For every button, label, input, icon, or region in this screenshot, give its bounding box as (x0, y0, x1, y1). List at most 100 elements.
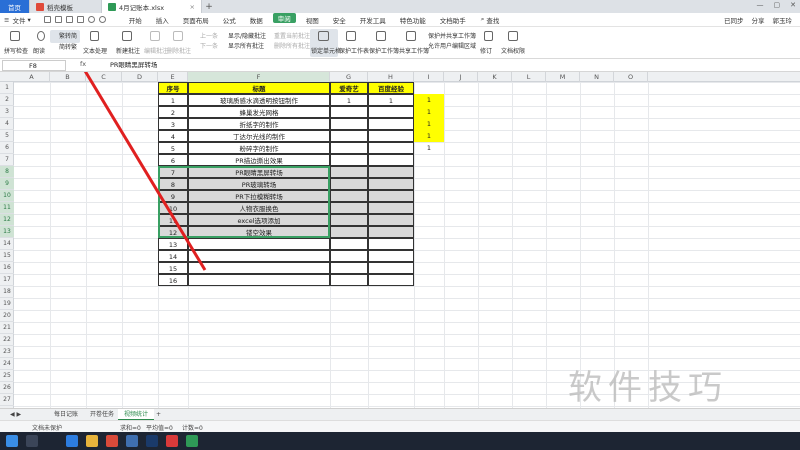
column-i-cell[interactable]: 1 (414, 94, 444, 106)
tab-home[interactable]: 首页 (0, 0, 30, 13)
close-window-icon[interactable]: ✕ (790, 1, 796, 9)
user-name[interactable]: 郭玉玲 (773, 15, 793, 25)
row-header-19[interactable]: 19 (0, 298, 14, 310)
baidu-cell[interactable] (368, 190, 414, 202)
new-comment-button[interactable]: 新建批注 (116, 46, 140, 55)
formula-input[interactable]: PR眼睛黑屏转场 (110, 60, 157, 71)
iqiyi-cell[interactable] (330, 274, 368, 286)
title-cell[interactable] (188, 274, 330, 286)
title-cell[interactable]: 粉碎字的制作 (188, 142, 330, 154)
table-header-cell[interactable]: 序号 (158, 82, 188, 94)
new-tab-icon[interactable]: + (202, 0, 216, 13)
row-header-13[interactable]: 13 (0, 226, 14, 238)
simp-to-trad-button[interactable]: 简转繁 (59, 42, 77, 51)
baidu-cell[interactable] (368, 166, 414, 178)
menu-developer[interactable]: 开发工具 (353, 13, 393, 27)
menu-doc-assistant[interactable]: 文档助手 (433, 13, 473, 27)
iqiyi-cell[interactable] (330, 154, 368, 166)
row-header-1[interactable]: 1 (0, 82, 14, 94)
column-i-cell[interactable]: 1 (414, 106, 444, 118)
row-header-4[interactable]: 4 (0, 118, 14, 130)
revise-button[interactable]: 修订 (480, 46, 492, 55)
title-cell[interactable] (188, 250, 330, 262)
title-cell[interactable]: PR描边撕出效果 (188, 154, 330, 166)
row-number-cell[interactable]: 16 (158, 274, 188, 286)
row-header-3[interactable]: 3 (0, 106, 14, 118)
iqiyi-cell[interactable] (330, 250, 368, 262)
row-header-20[interactable]: 20 (0, 310, 14, 322)
menu-features[interactable]: 特色功能 (393, 13, 433, 27)
iqiyi-cell[interactable] (330, 190, 368, 202)
column-header-n[interactable]: N (580, 72, 614, 82)
menu-data[interactable]: 数据 (243, 13, 270, 27)
iqiyi-cell[interactable] (330, 178, 368, 190)
row-number-cell[interactable]: 2 (158, 106, 188, 118)
sync-status[interactable]: 已同步 (724, 15, 744, 25)
column-header-e[interactable]: E (158, 72, 188, 82)
show-hide-comment-button[interactable]: 显示/隐藏批注 (228, 31, 266, 40)
taskbar-wps-icon[interactable] (166, 435, 178, 447)
row-number-cell[interactable]: 5 (158, 142, 188, 154)
row-header-16[interactable]: 16 (0, 262, 14, 274)
row-header-5[interactable]: 5 (0, 130, 14, 142)
column-header-d[interactable]: D (122, 72, 158, 82)
menu-page-layout[interactable]: 页面布局 (176, 13, 216, 27)
row-number-cell[interactable]: 13 (158, 238, 188, 250)
iqiyi-cell[interactable] (330, 202, 368, 214)
allow-edit-range-button[interactable]: 允许用户编辑区域 (428, 41, 476, 50)
close-tab-icon[interactable]: × (190, 3, 195, 11)
baidu-cell[interactable] (368, 274, 414, 286)
title-cell[interactable] (188, 238, 330, 250)
protect-share-button[interactable]: 保护并共享工作簿 (428, 31, 476, 40)
column-header-a[interactable]: A (14, 72, 50, 82)
baidu-cell[interactable] (368, 262, 414, 274)
baidu-cell[interactable] (368, 214, 414, 226)
fx-icon[interactable]: fx (80, 60, 86, 68)
table-header-cell[interactable]: 百度经验 (368, 82, 414, 94)
share-book-button[interactable]: 共享工作簿 (399, 46, 429, 55)
iqiyi-cell[interactable] (330, 238, 368, 250)
baidu-cell[interactable] (368, 202, 414, 214)
spreadsheet-grid[interactable]: ABCDEFGHIJKLMNO 1 2 3 4 5 6 7 8 9 10 11 12 13 14 15 16 1… (0, 72, 800, 408)
next-comment-button[interactable]: 下一条 (200, 41, 218, 50)
row-header-24[interactable]: 24 (0, 358, 14, 370)
taskbar-edge-icon[interactable] (66, 435, 78, 447)
baidu-cell[interactable] (368, 154, 414, 166)
row-header-25[interactable]: 25 (0, 370, 14, 382)
iqiyi-cell[interactable] (330, 118, 368, 130)
maximize-icon[interactable]: ▢ (774, 1, 781, 9)
row-header-10[interactable]: 10 (0, 190, 14, 202)
taskbar-chrome-icon[interactable] (106, 435, 118, 447)
row-header-21[interactable]: 21 (0, 322, 14, 334)
column-header-o[interactable]: O (614, 72, 648, 82)
row-header-26[interactable]: 26 (0, 382, 14, 394)
row-number-cell[interactable]: 6 (158, 154, 188, 166)
save-icon[interactable] (43, 16, 51, 23)
iqiyi-cell[interactable] (330, 142, 368, 154)
taskbar-search-icon[interactable] (26, 435, 38, 447)
row-header-9[interactable]: 9 (0, 178, 14, 190)
baidu-cell[interactable] (368, 130, 414, 142)
title-cell[interactable]: 蜂巢发光网格 (188, 106, 330, 118)
menu-security[interactable]: 安全 (326, 13, 353, 27)
row-header-23[interactable]: 23 (0, 346, 14, 358)
edit-comment-button[interactable]: 编辑批注 (144, 46, 168, 55)
baidu-cell[interactable] (368, 142, 414, 154)
column-i-cell[interactable]: 1 (414, 118, 444, 130)
menu-view[interactable]: 视图 (299, 13, 326, 27)
row-header-22[interactable]: 22 (0, 334, 14, 346)
row-number-cell[interactable]: 14 (158, 250, 188, 262)
baidu-cell[interactable] (368, 226, 414, 238)
column-i-cell[interactable]: 1 (414, 142, 444, 154)
column-header-k[interactable]: K (478, 72, 512, 82)
trad-to-simp-button[interactable]: 繁转简 (59, 31, 77, 40)
baidu-cell[interactable] (368, 250, 414, 262)
taskbar-explorer-icon[interactable] (86, 435, 98, 447)
read-aloud-button[interactable]: 朗读 (33, 46, 45, 55)
row-number-cell[interactable]: 1 (158, 94, 188, 106)
table-header-cell[interactable]: 标题 (188, 82, 330, 94)
taskbar-sheet-icon[interactable] (186, 435, 198, 447)
undo-icon[interactable] (87, 16, 95, 23)
title-cell[interactable]: 玻璃质感水滴透明按钮制作 (188, 94, 330, 106)
iqiyi-cell[interactable] (330, 226, 368, 238)
